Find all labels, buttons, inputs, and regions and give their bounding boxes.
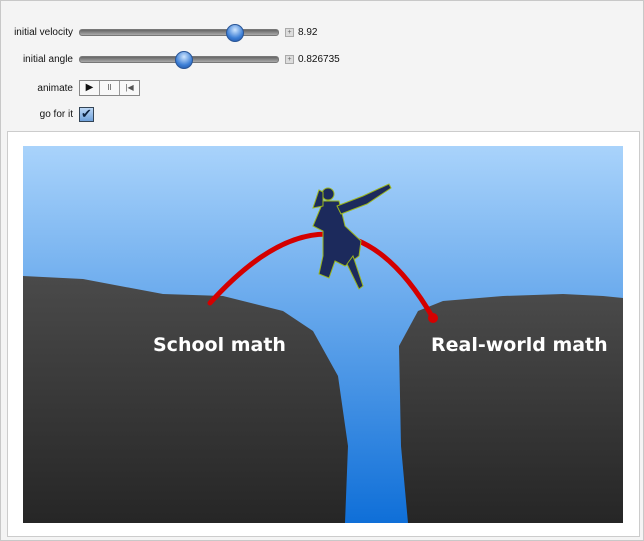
angle-value: 0.826735 bbox=[298, 53, 340, 65]
angle-slider[interactable] bbox=[79, 50, 279, 69]
manipulate-window: initial velocity + 8.92 initial angle + … bbox=[0, 0, 644, 541]
right-cliff bbox=[399, 294, 623, 523]
velocity-value: 8.92 bbox=[298, 26, 318, 38]
velocity-expand-icon[interactable]: + bbox=[285, 27, 294, 37]
velocity-slider-thumb[interactable] bbox=[226, 23, 245, 42]
animate-control: animate ▶ II |◀ bbox=[1, 78, 140, 98]
trajectory-endpoint bbox=[428, 313, 438, 323]
go-checkbox[interactable]: ✔ bbox=[79, 106, 94, 122]
angle-expand-icon[interactable]: + bbox=[285, 54, 294, 64]
velocity-slider[interactable] bbox=[79, 23, 279, 42]
go-label: go for it bbox=[39, 108, 73, 120]
real-world-math-label: Real-world math bbox=[431, 334, 608, 356]
go-control: go for it ✔ bbox=[1, 104, 94, 124]
velocity-control: initial velocity + 8.92 bbox=[1, 22, 317, 42]
angle-control: initial angle + 0.826735 bbox=[1, 49, 340, 69]
reset-button[interactable]: |◀ bbox=[120, 81, 139, 95]
scene-graphic: School math Real-world math bbox=[23, 146, 623, 523]
pause-button[interactable]: II bbox=[100, 81, 120, 95]
school-math-label: School math bbox=[153, 334, 286, 356]
angle-label: initial angle bbox=[22, 53, 73, 65]
velocity-label: initial velocity bbox=[14, 26, 73, 38]
output-panel: School math Real-world math bbox=[7, 131, 640, 537]
angle-slider-thumb[interactable] bbox=[174, 50, 193, 69]
play-button[interactable]: ▶ bbox=[80, 81, 100, 95]
animate-label: animate bbox=[37, 82, 73, 94]
